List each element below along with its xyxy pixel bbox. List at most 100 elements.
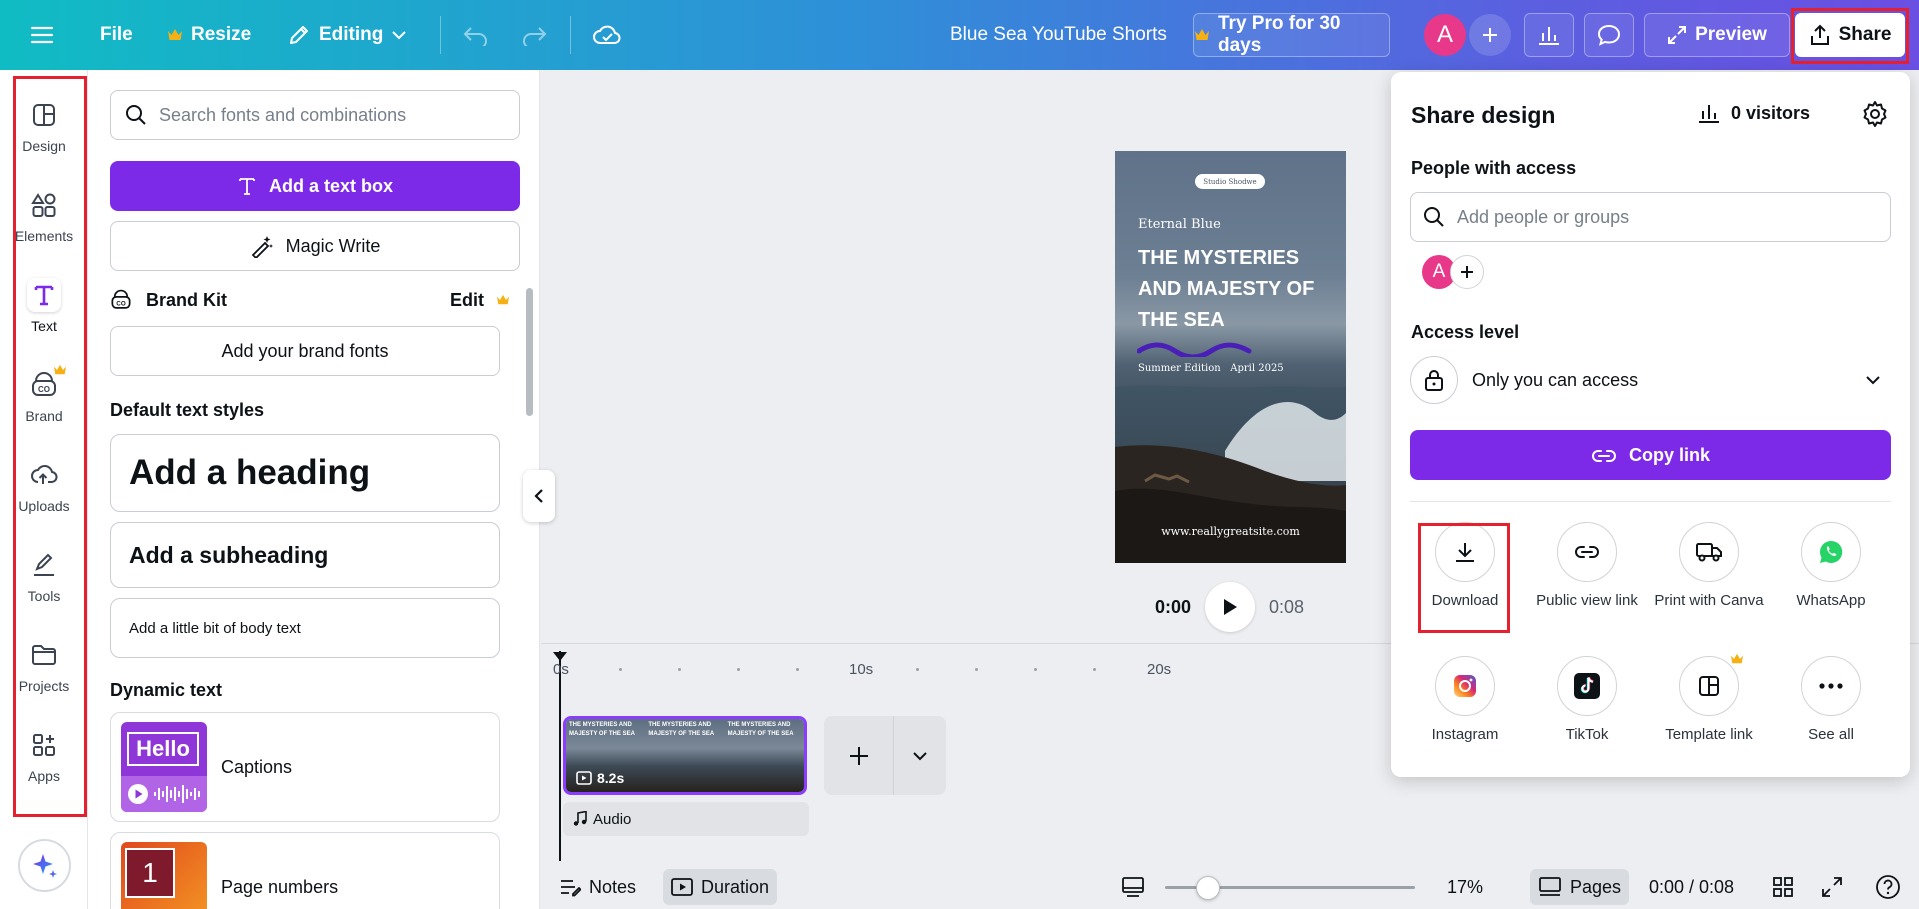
grid-icon: [1772, 876, 1794, 898]
cloud-check-icon: [592, 23, 622, 47]
playhead[interactable]: [559, 651, 561, 861]
comments-button[interactable]: [1584, 13, 1634, 57]
zoom-level[interactable]: 17%: [1439, 869, 1491, 905]
notes-icon: [559, 877, 581, 897]
magic-wand-icon: [250, 234, 274, 258]
instagram-option[interactable]: Instagram: [1405, 656, 1525, 744]
audio-track[interactable]: Audio: [563, 802, 809, 836]
play-button[interactable]: [1205, 582, 1256, 632]
ruler-dot: [678, 668, 681, 671]
monitor-icon: [1121, 876, 1145, 898]
add-person-button[interactable]: [1450, 255, 1484, 289]
design-edition: Summer Edition April 2025: [1138, 363, 1284, 374]
file-menu[interactable]: File: [100, 0, 133, 70]
add-text-box-button[interactable]: Add a text box: [110, 161, 520, 211]
try-pro-button[interactable]: Try Pro for 30 days: [1193, 13, 1390, 57]
expand-icon: [1821, 876, 1843, 898]
instagram-icon: [1435, 656, 1495, 716]
playback-controls: 0:00 0:08: [1155, 582, 1304, 632]
grid-view-button[interactable]: [1764, 869, 1802, 905]
notes-button[interactable]: Notes: [551, 869, 644, 905]
redo-button[interactable]: [520, 0, 548, 70]
add-brand-fonts-button[interactable]: Add your brand fonts: [110, 326, 500, 376]
chevron-down-icon: [391, 30, 407, 40]
crown-icon: [1194, 28, 1210, 42]
wave-decoration: [1137, 342, 1252, 357]
magic-write-button[interactable]: Magic Write: [110, 221, 520, 271]
tiktok-option[interactable]: TikTok: [1527, 656, 1647, 744]
expand-icon: [1667, 25, 1687, 45]
page-numbers-card[interactable]: 1 Page numbers: [110, 832, 500, 909]
ruler-dot: [975, 668, 978, 671]
add-heading-card[interactable]: Add a heading: [110, 434, 500, 512]
time-readout: 0:00 / 0:08: [1649, 876, 1735, 897]
resize-button[interactable]: Resize: [167, 0, 251, 70]
brand-kit-edit-link[interactable]: Edit: [450, 290, 484, 311]
magic-assistant-button[interactable]: [18, 839, 71, 892]
share-settings-button[interactable]: [1861, 100, 1889, 128]
whatsapp-option[interactable]: WhatsApp: [1771, 522, 1891, 610]
bar-chart-icon: [1697, 102, 1721, 124]
font-search-input[interactable]: Search fonts and combinations: [110, 90, 520, 140]
help-button[interactable]: [1867, 869, 1909, 905]
play-icon: [1221, 597, 1239, 617]
add-subheading-card[interactable]: Add a subheading: [110, 522, 500, 588]
document-title[interactable]: Blue Sea YouTube Shorts: [950, 0, 1167, 70]
collapse-panel-button[interactable]: [523, 470, 555, 522]
text-panel: Search fonts and combinations Add a text…: [88, 70, 540, 909]
zoom-slider-handle[interactable]: [1195, 876, 1220, 900]
clip-duration-badge: 8.2s: [576, 770, 624, 786]
fullscreen-button[interactable]: [1813, 869, 1851, 905]
sparkle-icon: [30, 851, 60, 881]
visitors-count[interactable]: 0 visitors: [1697, 102, 1810, 124]
ruler-dot: [737, 668, 740, 671]
add-body-text-card[interactable]: Add a little bit of body text: [110, 598, 500, 658]
save-status-button[interactable]: [592, 0, 622, 70]
design-eyebrow: Eternal Blue: [1138, 217, 1221, 232]
see-all-option[interactable]: See all: [1771, 656, 1891, 744]
editing-mode-button[interactable]: Editing: [287, 0, 407, 70]
template-link-option[interactable]: Template link: [1649, 653, 1769, 744]
design-url: www.reallygreatsite.com: [1161, 525, 1300, 538]
pages-button[interactable]: Pages: [1530, 869, 1630, 905]
search-icon: [1423, 206, 1445, 228]
brand-icon: CO: [110, 289, 132, 311]
chevron-left-icon: [533, 488, 545, 504]
share-title: Share design: [1411, 102, 1556, 128]
copy-link-button[interactable]: Copy link: [1410, 430, 1891, 480]
design-page[interactable]: Studio Shodwe Eternal Blue THE MYSTERIES…: [1115, 151, 1346, 563]
ruler-dot: [916, 668, 919, 671]
top-bar: File Resize Editing Blue Sea YouTube Sho…: [0, 0, 1919, 70]
tiktok-icon: [1557, 656, 1617, 716]
music-note-icon: [573, 811, 587, 827]
public-view-link-option[interactable]: Public view link: [1527, 522, 1647, 610]
text-icon: [237, 176, 257, 196]
crown-icon: [496, 294, 510, 306]
page-view-button[interactable]: [1113, 869, 1153, 905]
menu-button[interactable]: [30, 0, 54, 70]
add-page-button[interactable]: [824, 716, 894, 795]
undo-button[interactable]: [462, 0, 490, 70]
invite-button[interactable]: [1469, 14, 1511, 56]
pages-icon: [1538, 876, 1562, 898]
ruler-dot: [619, 668, 622, 671]
more-icon: [1801, 656, 1861, 716]
video-clip[interactable]: THE MYSTERIES AND MAJESTY OF THE SEA THE…: [563, 716, 807, 795]
user-avatar[interactable]: A: [1424, 14, 1466, 56]
template-icon: [1679, 653, 1743, 716]
insights-button[interactable]: [1524, 13, 1574, 57]
ruler-dot: [1034, 668, 1037, 671]
bottom-bar: Notes Duration 17% Pages 0:00 / 0:08: [541, 865, 1919, 909]
truck-icon: [1679, 522, 1739, 582]
duration-button[interactable]: Duration: [663, 869, 778, 905]
search-icon: [125, 104, 147, 126]
add-page-options-button[interactable]: [894, 716, 946, 795]
panel-scrollbar[interactable]: [526, 288, 533, 416]
print-with-canva-option[interactable]: Print with Canva: [1649, 522, 1769, 610]
add-people-input[interactable]: Add people or groups: [1410, 192, 1891, 242]
captions-card[interactable]: Hello Captions: [110, 712, 500, 822]
divider: [440, 16, 441, 54]
divider: [570, 16, 571, 54]
access-level-select[interactable]: Only you can access: [1410, 351, 1891, 409]
preview-button[interactable]: Preview: [1644, 13, 1790, 57]
